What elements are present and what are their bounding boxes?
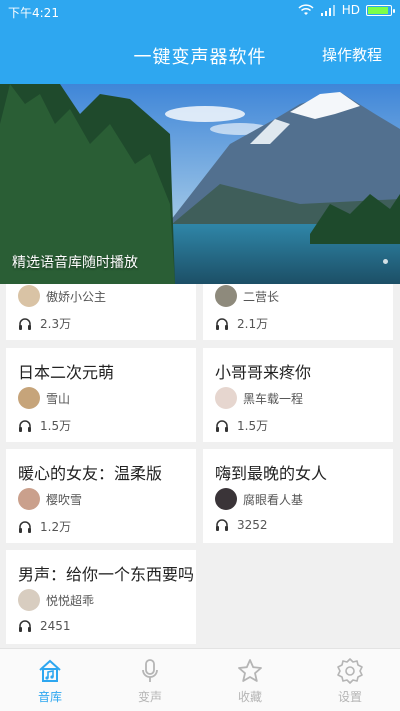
- play-count-value: 3252: [237, 518, 268, 532]
- author-name: 二营长: [243, 289, 280, 304]
- title-bar: 一键变声器软件 操作教程: [0, 24, 400, 84]
- play-count-value: 1.5万: [237, 419, 269, 433]
- play-count: 1.2万: [18, 518, 71, 535]
- app-header: 下午4:21 HD 一键变声器软件 操作教程: [0, 0, 400, 84]
- voice-card[interactable]: 暖心的女友：温柔版 樱吹雪 1.2万: [6, 449, 196, 543]
- author-name: 腐眼看人基: [243, 492, 304, 507]
- headphone-icon: [19, 620, 31, 632]
- card-title: 嗨到最晚的女人: [215, 464, 328, 483]
- card-title: 小哥哥来疼你: [215, 363, 312, 382]
- status-bar: 下午4:21 HD: [0, 0, 400, 24]
- gear-icon: [337, 658, 363, 684]
- author-name: 傲娇小公主: [46, 289, 107, 304]
- banner-caption: 精选语音库随时播放: [12, 255, 138, 271]
- library-icon: [39, 659, 61, 682]
- avatar: [18, 387, 40, 409]
- voice-card[interactable]: 小哥哥来疼你 黑车载一程 1.5万: [203, 348, 393, 442]
- nav-tab-voice-change[interactable]: 变声: [100, 649, 200, 711]
- play-count-value: 1.2万: [40, 520, 72, 534]
- voice-card[interactable]: 嗨到最晚的女人 腐眼看人基 3252: [203, 449, 393, 543]
- wifi-icon: [298, 4, 314, 15]
- play-count: 2.3万: [18, 315, 71, 332]
- headphone-icon: [216, 317, 228, 330]
- author-name: 悦悦超乖: [46, 593, 95, 608]
- play-count-value: 2.3万: [40, 317, 72, 331]
- banner-carousel[interactable]: 精选语音库随时播放: [0, 84, 400, 284]
- author-name: 樱吹雪: [46, 492, 83, 507]
- card-author: 雪山: [18, 387, 70, 409]
- card-title: 暖心的女友：温柔版: [18, 464, 163, 483]
- nav-tab-favorites[interactable]: 收藏: [200, 649, 300, 711]
- card-title: 日本二次元萌: [18, 363, 115, 382]
- status-time: 下午4:21: [8, 6, 59, 20]
- voice-card[interactable]: 傲娇小公主 2.3万: [6, 284, 196, 340]
- tutorial-button[interactable]: 操作教程: [322, 44, 382, 65]
- signal-icon: [320, 5, 335, 16]
- card-author: 樱吹雪: [18, 488, 82, 510]
- voice-card[interactable]: 男声：给你一个东西要吗 悦悦超乖 2451: [6, 550, 196, 644]
- headphone-icon: [216, 519, 228, 531]
- avatar: [18, 589, 40, 611]
- avatar: [215, 387, 237, 409]
- author-name: 黑车载一程: [243, 391, 304, 406]
- play-count: 1.5万: [18, 417, 71, 434]
- avatar: [18, 488, 40, 510]
- card-author: 二营长: [215, 285, 279, 307]
- headphone-icon: [19, 419, 31, 432]
- microphone-icon: [142, 659, 158, 682]
- nav-tab-library[interactable]: 音库: [0, 649, 100, 711]
- play-count-value: 1.5万: [40, 419, 72, 433]
- play-count: 3252: [215, 518, 268, 532]
- avatar: [18, 285, 40, 307]
- avatar: [215, 488, 237, 510]
- nav-label: 设置: [337, 690, 362, 704]
- headphone-icon: [19, 317, 31, 330]
- voice-card[interactable]: 二营长 2.1万: [203, 284, 393, 340]
- play-count: 1.5万: [215, 417, 268, 434]
- network-type: HD: [341, 3, 360, 17]
- nav-label: 变声: [137, 690, 162, 704]
- nav-label: 音库: [37, 690, 62, 704]
- card-author: 傲娇小公主: [18, 285, 106, 307]
- voice-card[interactable]: 日本二次元萌 雪山 1.5万: [6, 348, 196, 442]
- play-count: 2451: [18, 619, 71, 633]
- card-title: 男声：给你一个东西要吗: [18, 565, 195, 584]
- voice-library-grid: 傲娇小公主 2.3万 二营长 2.1万 日本二次元萌 雪山 1.5万 小哥哥来疼…: [0, 284, 400, 648]
- play-count-value: 2451: [40, 619, 71, 633]
- carousel-indicator: [383, 259, 388, 264]
- bottom-navigation: 音库 变声 收藏 设置: [0, 648, 400, 711]
- battery-icon: [366, 4, 395, 16]
- card-author: 悦悦超乖: [18, 589, 94, 611]
- nav-tab-settings[interactable]: 设置: [300, 649, 400, 711]
- nav-label: 收藏: [237, 690, 262, 704]
- card-author: 黑车载一程: [215, 387, 303, 409]
- headphone-icon: [216, 419, 228, 432]
- star-icon: [238, 659, 262, 682]
- play-count: 2.1万: [215, 315, 268, 332]
- card-author: 腐眼看人基: [215, 488, 303, 510]
- headphone-icon: [19, 520, 31, 533]
- status-indicators: HD: [298, 3, 395, 17]
- play-count-value: 2.1万: [237, 317, 269, 331]
- avatar: [215, 285, 237, 307]
- author-name: 雪山: [46, 391, 71, 406]
